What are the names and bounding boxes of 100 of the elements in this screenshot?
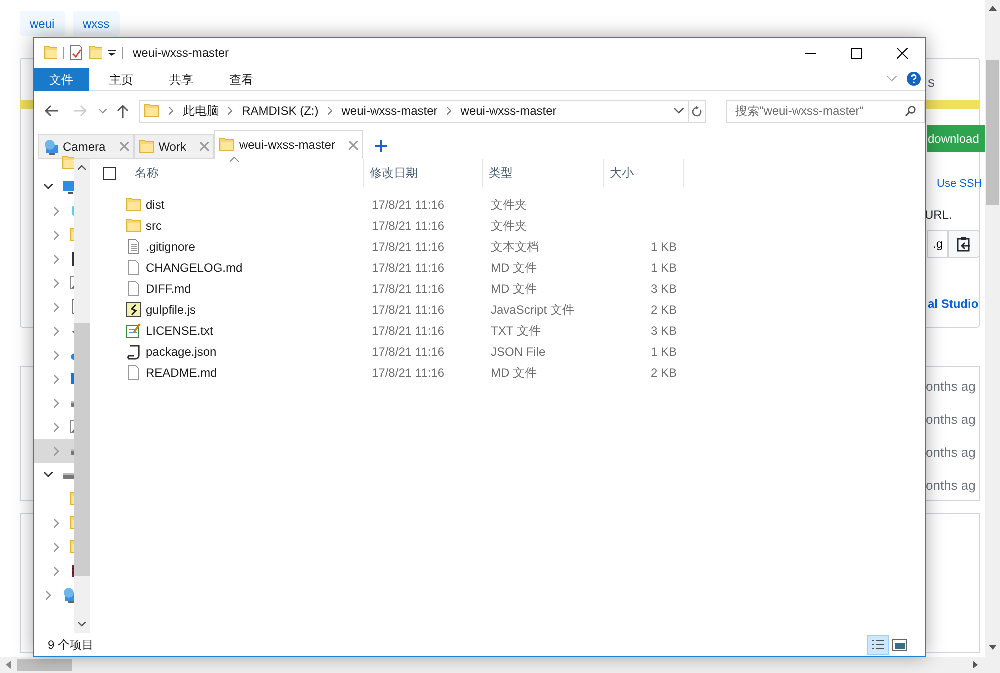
file-name[interactable]: README.md bbox=[146, 364, 218, 382]
chevron-right-icon[interactable] bbox=[54, 542, 60, 552]
browser-tab[interactable]: Camera bbox=[38, 134, 134, 159]
up-arrow-icon[interactable] bbox=[117, 104, 130, 118]
date-cell-text: 17/8/21 11:16 bbox=[371, 322, 446, 340]
chevron-right-icon[interactable] bbox=[54, 230, 60, 240]
dropdown-icon[interactable] bbox=[108, 50, 116, 56]
chevron-right-icon[interactable] bbox=[54, 326, 60, 336]
type-cell-text: JavaScript 文件 bbox=[490, 302, 576, 318]
chevron-right-icon[interactable] bbox=[54, 254, 60, 264]
commit-age: onths ag bbox=[926, 378, 976, 396]
chevron-down-icon[interactable] bbox=[674, 108, 684, 114]
add-tab-button[interactable] bbox=[373, 138, 390, 154]
ribbon-tab[interactable]: 主页 bbox=[94, 68, 149, 91]
file-icon bbox=[126, 280, 142, 296]
ribbon-tab[interactable]: 查看 bbox=[214, 68, 269, 91]
chevron-right-icon[interactable] bbox=[46, 590, 52, 600]
browser-tab[interactable]: Work bbox=[134, 134, 214, 159]
scroll-up-icon[interactable] bbox=[78, 165, 86, 170]
close-icon[interactable] bbox=[200, 142, 210, 151]
scroll-left-icon[interactable] bbox=[6, 661, 11, 669]
hint-text: URL. bbox=[925, 207, 952, 224]
refresh-button[interactable] bbox=[688, 100, 706, 122]
file-name[interactable]: dist bbox=[146, 196, 165, 214]
url-field[interactable]: .g bbox=[927, 230, 948, 258]
new-folder-icon[interactable] bbox=[89, 45, 102, 61]
topic-tag[interactable]: wxss bbox=[73, 11, 120, 36]
chevron-right-icon[interactable] bbox=[54, 350, 60, 360]
breadcrumb[interactable]: weui-wxss-master bbox=[460, 102, 557, 120]
size-cell-text: 3 KB bbox=[650, 280, 678, 298]
chevron-right-icon[interactable] bbox=[54, 398, 60, 408]
column-header[interactable]: 类型 bbox=[483, 159, 604, 187]
monitor-icon bbox=[62, 179, 74, 195]
chevron-right-icon[interactable] bbox=[328, 107, 333, 115]
chevron-right-icon[interactable] bbox=[228, 107, 234, 115]
column-header[interactable]: 名称 bbox=[129, 159, 364, 187]
ribbon-tab[interactable]: 共享 bbox=[154, 68, 209, 91]
chevron-right-icon[interactable] bbox=[54, 374, 60, 384]
browser-tab[interactable]: weui-wxss-master bbox=[214, 130, 364, 159]
type-cell-text: MD 文件 bbox=[490, 364, 538, 382]
scroll-right-icon[interactable] bbox=[973, 661, 978, 669]
chevron-right-icon[interactable] bbox=[54, 206, 60, 216]
chevron-right-icon[interactable] bbox=[169, 107, 174, 115]
help-icon[interactable] bbox=[907, 72, 921, 86]
chevron-down-icon[interactable] bbox=[44, 472, 53, 478]
close-icon[interactable] bbox=[349, 140, 358, 150]
breadcrumb[interactable]: weui-wxss-master bbox=[342, 102, 438, 120]
select-all-checkbox[interactable] bbox=[103, 166, 116, 180]
properties-icon[interactable] bbox=[70, 45, 83, 61]
column-header[interactable]: 大小 bbox=[604, 159, 684, 187]
chevron-right-icon[interactable] bbox=[54, 302, 60, 312]
file-name[interactable]: package.json bbox=[146, 342, 217, 360]
close-icon bbox=[896, 48, 908, 58]
search-field[interactable]: 搜索"weui-wxss-master" bbox=[726, 100, 925, 122]
studio-link[interactable]: al Studio bbox=[928, 295, 979, 313]
file-name[interactable]: DIFF.md bbox=[146, 280, 192, 298]
chevron-right-icon[interactable] bbox=[54, 566, 60, 576]
breadcrumb[interactable]: RAMDISK (Z:) bbox=[242, 102, 319, 120]
chevron-right-icon[interactable] bbox=[54, 422, 60, 432]
breadcrumb[interactable]: 此电脑 bbox=[183, 102, 220, 120]
topic-tag[interactable]: weui bbox=[20, 11, 65, 36]
file-name[interactable]: .gitignore bbox=[146, 238, 196, 256]
copy-button[interactable] bbox=[948, 230, 980, 258]
close-icon[interactable] bbox=[120, 142, 129, 151]
forward-arrow-icon[interactable] bbox=[74, 105, 88, 117]
history-dropdown-icon[interactable] bbox=[99, 108, 108, 114]
date-cell-text: 17/8/21 11:16 bbox=[371, 238, 446, 256]
scroll-thumb[interactable] bbox=[17, 659, 72, 671]
scrollbar[interactable] bbox=[74, 159, 90, 633]
chevron-down-icon[interactable] bbox=[44, 184, 53, 190]
horizontal-scrollbar[interactable] bbox=[0, 657, 1000, 673]
view-button[interactable] bbox=[867, 634, 889, 654]
item-count: 9 个项目 bbox=[48, 636, 94, 654]
date-cell-text: 17/8/21 11:16 bbox=[371, 302, 446, 318]
maximize-icon bbox=[850, 48, 862, 58]
scroll-thumb[interactable] bbox=[74, 323, 90, 576]
size-cell-text: 1 KB bbox=[650, 344, 678, 360]
scroll-thumb[interactable] bbox=[986, 60, 999, 205]
date-cell-text: 17/8/21 11:16 bbox=[371, 364, 446, 382]
scroll-up-icon[interactable] bbox=[989, 6, 997, 11]
back-arrow-icon[interactable] bbox=[44, 105, 58, 117]
ribbon-tab[interactable]: 文件 bbox=[34, 68, 89, 91]
file-name[interactable]: CHANGELOG.md bbox=[146, 258, 243, 276]
page-scrollbar[interactable] bbox=[985, 0, 1000, 657]
folder-icon[interactable] bbox=[44, 45, 57, 61]
scroll-down-icon[interactable] bbox=[989, 645, 997, 650]
file-name[interactable]: LICENSE.txt bbox=[146, 322, 214, 340]
scroll-down-icon[interactable] bbox=[78, 622, 86, 627]
column-header[interactable]: 修改日期 bbox=[364, 159, 483, 187]
file-name[interactable]: gulpfile.js bbox=[146, 300, 196, 318]
chevron-right-icon[interactable] bbox=[446, 107, 452, 115]
type-cell-text: 文本文档 bbox=[490, 238, 540, 256]
file-name[interactable]: src bbox=[146, 216, 162, 234]
chevron-right-icon[interactable] bbox=[54, 446, 60, 456]
chevron-right-icon[interactable] bbox=[54, 518, 60, 528]
chevron-right-icon[interactable] bbox=[54, 278, 60, 288]
address-bar[interactable]: 此电脑 RAMDISK (Z:) weui-wxss-master weui-wxss-master bbox=[139, 100, 689, 122]
search-placeholder: 搜索"weui-wxss-master" bbox=[735, 103, 864, 120]
type-cell-text: 文件夹 bbox=[490, 218, 528, 234]
ssh-link[interactable]: Use SSH bbox=[937, 176, 982, 192]
